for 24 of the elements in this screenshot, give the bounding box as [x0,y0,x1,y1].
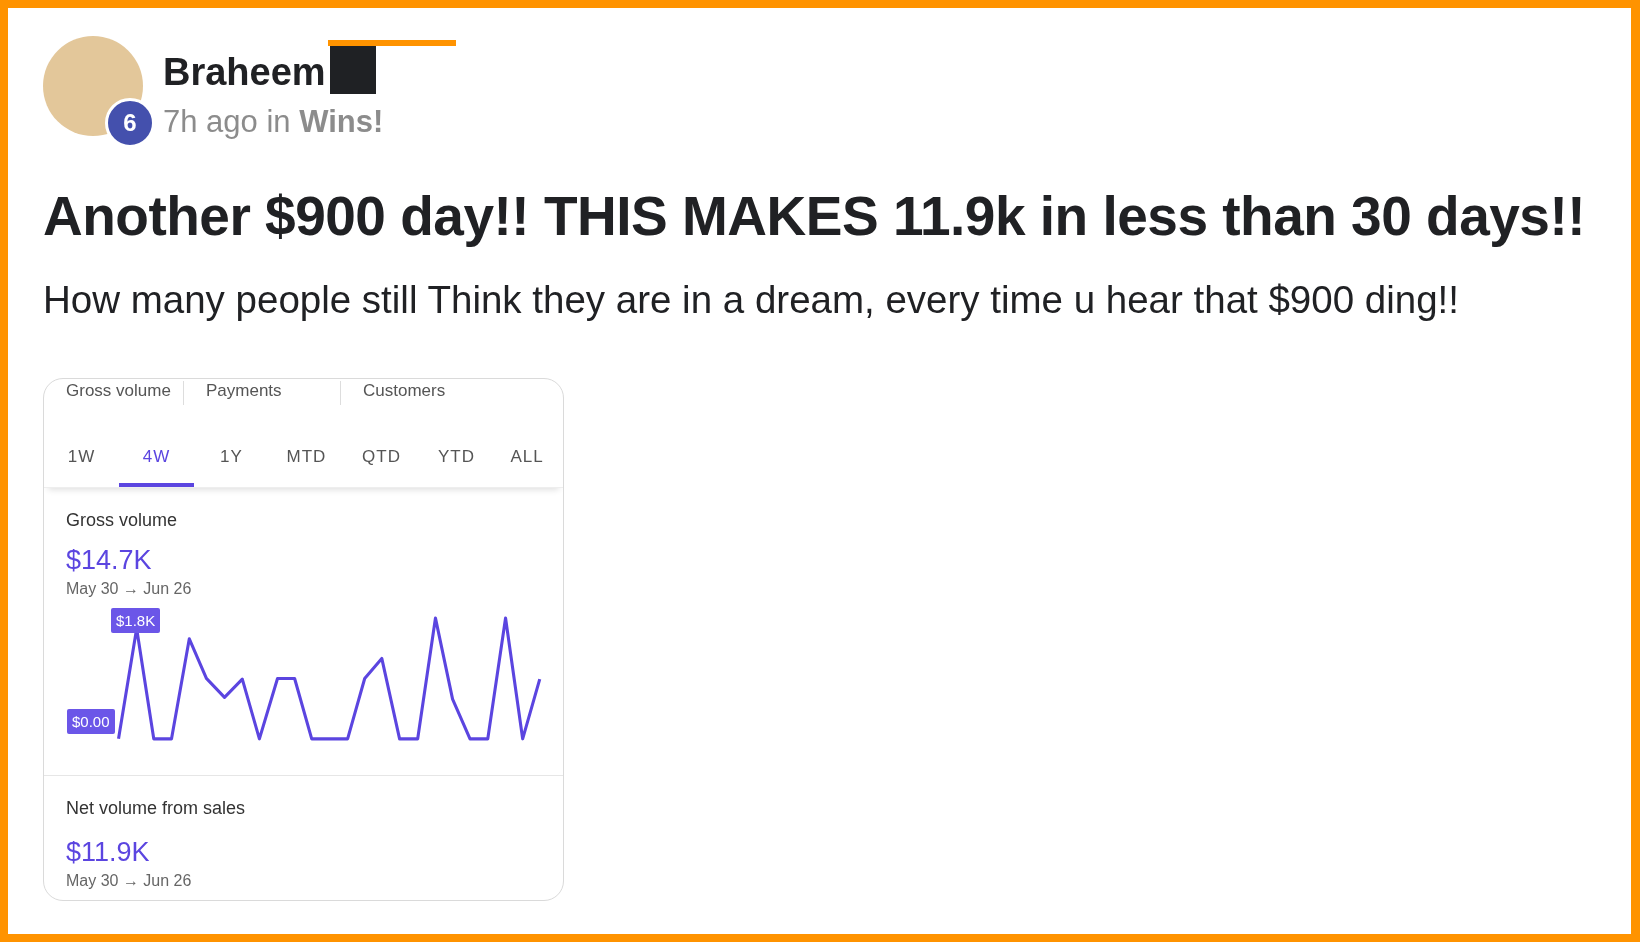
metric-value: $14.7K [66,545,153,576]
level-badge: 6 [105,98,155,148]
metric-title: Gross volume [66,510,179,531]
max-value-tag: $1.8K [111,608,161,633]
redaction-block [329,44,376,94]
period-tab[interactable]: ALL [494,443,560,487]
section-tab[interactable]: Gross volume [44,381,184,405]
post-body: How many people still Think they are in a dream, every time u hear that $900 ding!! [43,277,1460,323]
period-tab[interactable]: QTD [344,443,419,487]
period-tab[interactable]: YTD [419,443,494,487]
date-range: May 30 → Jun 26 [66,580,193,598]
period-tab[interactable]: 1W [44,443,119,487]
section-tab[interactable]: Customers [341,381,468,405]
min-value-tag: $0.00 [67,709,115,734]
metric-title: Net volume from sales [66,798,247,819]
date-range: May 30 → Jun 26 [66,872,193,890]
period-tab[interactable]: 4W [119,443,194,487]
post-title: Another $900 day!! THIS MAKES 11.9k in less than 30 days!! [43,184,1587,248]
post-time: 7h ago in Wins! [163,104,384,140]
section-tab[interactable]: Payments [184,381,341,405]
metric-value: $11.9K [66,837,151,868]
author-name[interactable]: Braheem [163,50,326,94]
period-tab[interactable]: 1Y [194,443,269,487]
period-tab[interactable]: MTD [269,443,344,487]
